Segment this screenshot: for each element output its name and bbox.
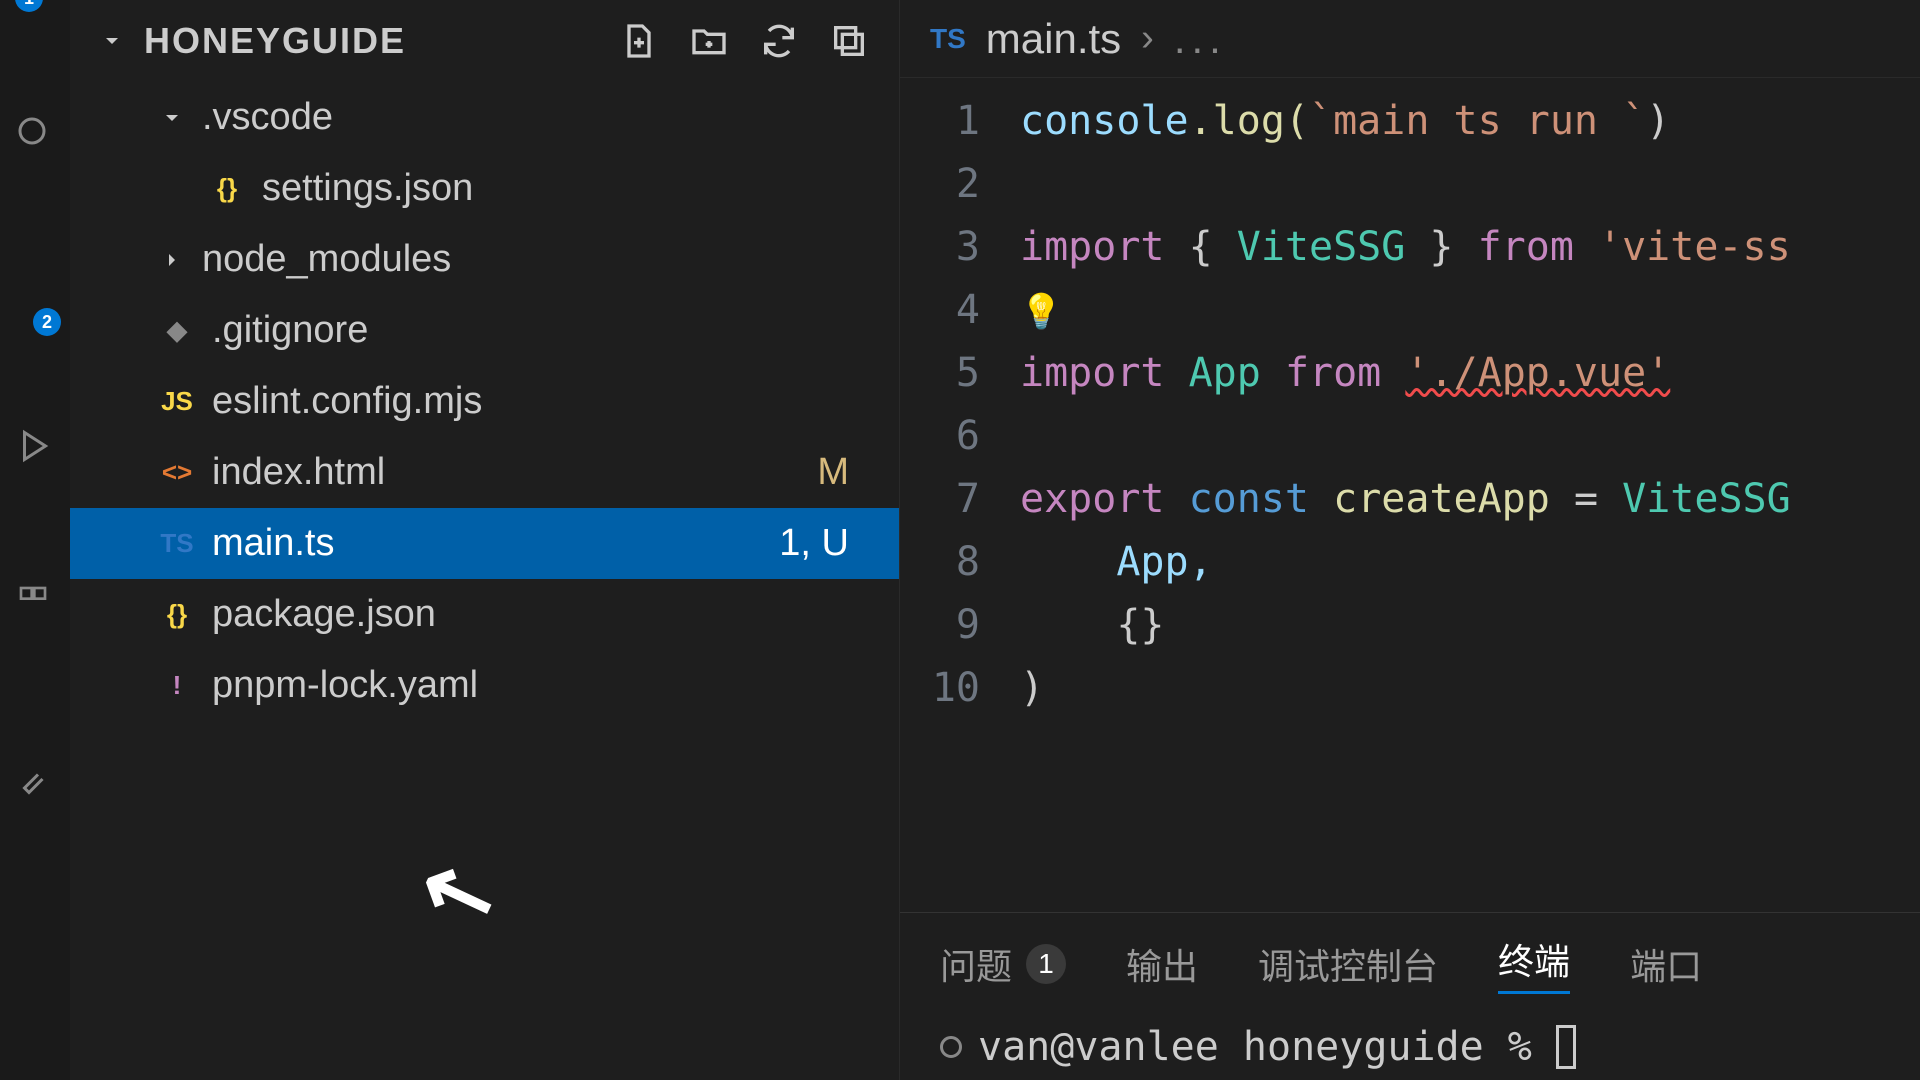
line-number: 1 [900,90,980,153]
extensions-icon[interactable] [17,584,53,620]
folder-node-modules[interactable]: node_modules [70,224,899,295]
line-number: 8 [900,531,980,594]
line-number: 4 [900,279,980,342]
problems-count: 1 [1026,944,1066,984]
file-label: settings.json [262,167,869,210]
tab-ports[interactable]: 端口 [1630,938,1702,990]
project-name: HONEYGUIDE [144,20,406,62]
file-label: .gitignore [212,309,869,352]
file-main-ts[interactable]: TS main.ts 1, U [70,508,899,579]
json-icon: {} [160,598,194,632]
scm-badge: 2 [33,308,61,336]
git-icon: ◆ [160,314,194,348]
line-number: 7 [900,468,980,531]
tab-output[interactable]: 输出 [1126,938,1198,990]
chevron-down-icon [160,106,184,130]
line-number: 5 [900,342,980,405]
scm-icon[interactable]: 2 [17,292,53,328]
terminal-cursor [1556,1025,1576,1069]
folder-vscode[interactable]: .vscode [70,82,899,153]
editor-breadcrumb: TS main.ts › ... [900,0,1920,78]
html-icon: <> [160,456,194,490]
tab-terminal[interactable]: 终端 [1498,933,1570,994]
error-squiggle[interactable]: './App.vue' [1405,350,1670,396]
explorer-icon[interactable]: 1 [17,0,53,26]
breadcrumb-more[interactable]: ... [1174,15,1227,63]
code-editor[interactable]: 1 2 3 4 5 6 7 8 9 10 console.log(`main t… [900,78,1920,912]
file-label: eslint.config.mjs [212,380,869,423]
file-label: main.ts [212,522,761,565]
json-icon: {} [210,172,244,206]
chevron-down-icon[interactable] [100,29,124,53]
collapse-icon[interactable] [829,21,869,61]
file-label: index.html [212,451,799,494]
terminal-prompt[interactable]: van@vanlee honeyguide % [940,1024,1880,1070]
explorer-badge: 1 [15,0,43,12]
ts-icon: TS [160,527,194,561]
folder-label: node_modules [202,238,869,281]
tools-icon[interactable] [17,764,53,800]
folder-label: .vscode [202,96,869,139]
tab-debug-console[interactable]: 调试控制台 [1258,938,1438,990]
line-number: 6 [900,405,980,468]
code-content: console.log(`main ts run `) import { Vit… [1020,90,1791,912]
new-folder-icon[interactable] [689,21,729,61]
file-package-json[interactable]: {} package.json [70,579,899,650]
file-label: package.json [212,593,869,636]
chevron-right-icon [160,248,184,272]
ts-icon: TS [930,23,966,55]
file-index-html[interactable]: <> index.html M [70,437,899,508]
explorer-actions [619,21,869,61]
activity-bar: 1 2 [0,0,70,1080]
chevron-right-icon: › [1141,17,1154,60]
new-file-icon[interactable] [619,21,659,61]
line-number: 3 [900,216,980,279]
file-label: pnpm-lock.yaml [212,664,869,707]
prompt-text: van@vanlee honeyguide % [978,1024,1532,1070]
line-number: 2 [900,153,980,216]
line-number: 9 [900,594,980,657]
file-settings-json[interactable]: {} settings.json [70,153,899,224]
tab-filename[interactable]: main.ts [986,15,1121,63]
file-gitignore[interactable]: ◆ .gitignore [70,295,899,366]
tab-problems[interactable]: 问题 1 [940,938,1066,990]
prompt-circle-icon [940,1036,962,1058]
js-icon: JS [160,385,194,419]
lightbulb-icon[interactable]: 💡 [1020,292,1062,332]
debug-icon[interactable] [17,428,53,464]
line-number: 10 [900,657,980,720]
search-icon[interactable] [17,116,53,152]
explorer-header: HONEYGUIDE [70,0,899,82]
panel-tabs: 问题 1 输出 调试控制台 终端 端口 [940,933,1880,994]
file-eslint-config[interactable]: JS eslint.config.mjs [70,366,899,437]
git-status-untracked: 1, U [779,522,849,565]
editor-area: TS main.ts › ... 1 2 3 4 5 6 7 8 9 10 co… [900,0,1920,1080]
refresh-icon[interactable] [759,21,799,61]
git-status-modified: M [817,451,849,494]
bottom-panel: 问题 1 输出 调试控制台 终端 端口 van@vanlee honeyguid… [900,912,1920,1080]
line-gutter: 1 2 3 4 5 6 7 8 9 10 [900,90,1020,912]
file-pnpm-lock[interactable]: ! pnpm-lock.yaml [70,650,899,721]
yaml-icon: ! [160,669,194,703]
